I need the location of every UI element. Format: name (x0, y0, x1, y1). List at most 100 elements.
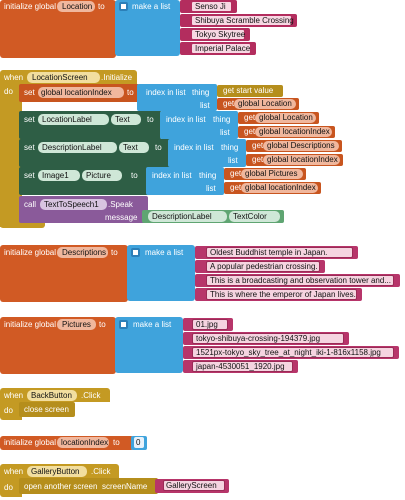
list-label: list (206, 184, 216, 193)
when-keyword: when (4, 73, 24, 82)
screen-name-label: screenName (102, 482, 148, 491)
list-label: list (220, 128, 230, 137)
init-keyword: initialize global (4, 320, 57, 329)
text-value-1: 01.jpg (196, 320, 218, 329)
to-keyword: to (147, 115, 154, 124)
speak-method: .Speak (108, 200, 133, 209)
get-keyword: get (223, 99, 235, 108)
event-name: .Click (81, 391, 101, 400)
to-keyword: to (111, 248, 118, 257)
do-keyword: do (4, 483, 13, 492)
variable-name: locationIndex (61, 438, 109, 447)
get-var-name: global Pictures (245, 169, 298, 178)
text-value-3: 1521px-tokyo_sky_tree_at_night_iki-1-816… (196, 348, 381, 357)
set-keyword: set (24, 115, 35, 124)
variable-name: Pictures (62, 320, 91, 329)
message-label: message (105, 213, 138, 222)
get-var-name: global Location (238, 99, 292, 108)
to-keyword: to (98, 2, 105, 11)
text-value-1: Oldest Buddhist temple in Japan. (210, 248, 328, 257)
list-gear-icon[interactable] (119, 320, 128, 329)
init-keyword: initialize global (4, 2, 57, 11)
open-screen-label: open another screen (24, 482, 98, 491)
text-value-1: Senso Ji (195, 2, 226, 11)
text-value-3: This is a broadcasting and observation t… (210, 276, 391, 285)
get-keyword: get (244, 113, 256, 122)
message-component: DescriptionLabel (152, 212, 212, 221)
get-start-value: get start value (223, 86, 274, 95)
number-value: 0 (136, 438, 141, 447)
to-keyword: to (155, 143, 162, 152)
text-value-2: Shibuya Scramble Crossing (195, 16, 294, 25)
message-property: TextColor (233, 212, 267, 221)
speak-component: TextToSpeech1 (44, 200, 99, 209)
get-keyword: get (230, 169, 242, 178)
init-keyword: initialize global (4, 248, 57, 257)
list-label: list (228, 156, 238, 165)
get-keyword: get (244, 127, 256, 136)
component-name: LocationLabel (42, 115, 92, 124)
init-location-index-block[interactable]: initialize global locationIndex to 0 (0, 436, 150, 451)
index-in-list-label: index in list (174, 143, 214, 152)
text-value-2: A popular pedestrian crossing. (210, 262, 318, 271)
property-name: Picture (86, 171, 111, 180)
text-value-2: tokyo-shibuya-crossing-194379.jpg (196, 334, 321, 343)
get-var-name: global Location (259, 113, 313, 122)
component-name: Image1 (42, 171, 69, 180)
to-keyword: to (131, 171, 138, 180)
variable-name: Descriptions (62, 248, 107, 257)
event-component: BackButton (31, 391, 72, 400)
thing-label: thing (192, 88, 210, 97)
list-label: list (200, 101, 210, 110)
get-var-name: global locationIndex (267, 155, 338, 164)
variable-name: Location (62, 2, 93, 11)
property-name: Text (115, 115, 130, 124)
call-keyword: call (24, 200, 37, 209)
make-list-label: make a list (133, 320, 172, 329)
index-in-list-label: index in list (146, 88, 186, 97)
get-var-name: global locationIndex (245, 183, 316, 192)
text-value-4: Imperial Palace (195, 44, 251, 53)
set-keyword: set (24, 171, 35, 180)
screen-name-value: GalleryScreen (166, 481, 217, 490)
component-name: DescriptionLabel (42, 143, 102, 152)
text-value-3: Tokyo Skytree (195, 30, 246, 39)
to-keyword: to (127, 88, 134, 97)
when-keyword: when (4, 467, 24, 476)
set-target: global locationIndex (41, 88, 112, 97)
text-value-4: This is where the emperor of Japan lives… (210, 290, 356, 299)
event-name: .Initialize (101, 73, 133, 82)
list-gear-icon[interactable] (131, 248, 140, 257)
gallery-button-click-event[interactable]: when GalleryButton .Click do open anothe… (0, 464, 240, 498)
property-name: Text (123, 143, 138, 152)
make-list-label: make a list (145, 248, 184, 257)
text-value-4: japan-4530051_1920.jpg (196, 362, 285, 371)
index-in-list-label: index in list (166, 115, 206, 124)
thing-label: thing (221, 143, 239, 152)
set-keyword: set (24, 143, 35, 152)
list-gear-icon[interactable] (119, 2, 128, 11)
location-screen-initialize-event[interactable]: when LocationScreen .Initialize do set g… (0, 70, 405, 230)
when-keyword: when (4, 391, 24, 400)
close-screen-label: close screen (24, 405, 69, 414)
thing-label: thing (199, 171, 217, 180)
init-pictures-block[interactable]: initialize global Pictures to make a lis… (0, 317, 405, 377)
back-button-click-event[interactable]: when BackButton .Click do close screen (0, 388, 120, 422)
init-location-block[interactable]: initialize global Location to make a lis… (0, 0, 405, 60)
event-name: .Click (91, 467, 111, 476)
event-component: LocationScreen (32, 73, 88, 82)
to-keyword: to (113, 438, 120, 447)
event-component: GalleryButton (31, 467, 80, 476)
set-keyword: set (24, 88, 35, 97)
get-keyword: get (252, 155, 264, 164)
init-descriptions-block[interactable]: initialize global Descriptions to make a… (0, 245, 405, 305)
init-keyword: initialize global (4, 438, 57, 447)
do-keyword: do (4, 406, 13, 415)
thing-label: thing (213, 115, 231, 124)
index-in-list-label: index in list (152, 171, 192, 180)
get-keyword: get (252, 141, 264, 150)
get-var-name: global Descriptions (267, 141, 335, 150)
do-keyword: do (4, 87, 13, 96)
to-keyword: to (99, 320, 106, 329)
get-var-name: global locationIndex (259, 127, 330, 136)
